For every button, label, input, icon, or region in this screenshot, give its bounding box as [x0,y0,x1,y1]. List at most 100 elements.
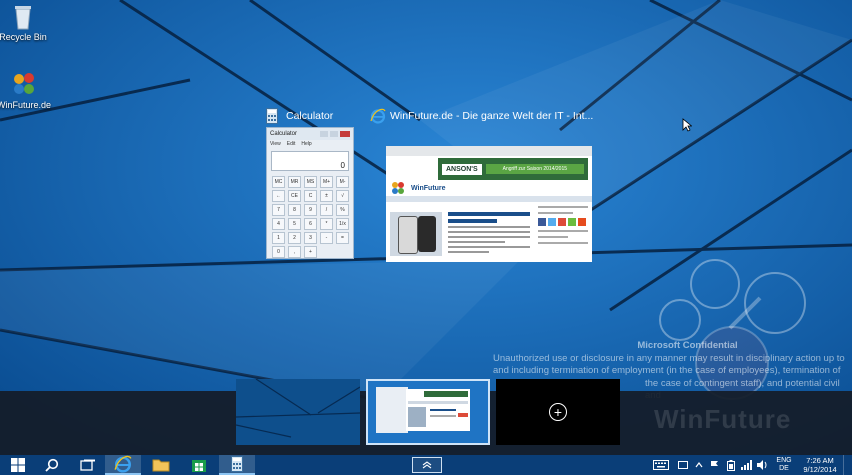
site-sidebar [538,206,588,256]
windows-logo-icon [11,458,25,472]
calculator-key: 9 [304,204,317,216]
desktop-1-preview [236,379,360,445]
close-icon [340,131,350,137]
show-hidden-icons-icon[interactable] [691,455,707,475]
calculator-key: 7 [272,204,285,216]
network-icon[interactable] [739,455,755,475]
calculator-key: 0 [272,246,285,258]
calculator-menu: View Edit Help [267,140,353,148]
folder-icon [152,459,170,472]
calculator-key: 3 [304,232,317,244]
task-view-icon [80,459,95,471]
desktop-2-ie-preview [406,389,470,431]
clock-time: 7:26 AM [806,456,834,465]
ad-text: Angriff zur Saison 2014/2015 [485,164,584,174]
recycle-bin-shortcut[interactable]: Recycle Bin [0,4,53,42]
calculator-key: - [320,232,333,244]
site-logo-text: WinFuture [411,184,446,192]
winfuture-shortcut[interactable]: WinFuture.de [0,70,54,110]
internet-explorer-icon [114,455,132,473]
ad-brand: ANSON'S [442,163,482,175]
task-view-collapse-button[interactable] [412,457,442,473]
calculator-title-text: Calculator [286,110,334,122]
calculator-key: 6 [304,218,317,230]
task-view-button[interactable] [70,455,106,475]
minimize-icon [320,131,328,137]
calculator-icon [231,456,243,472]
calculator-key: ← [272,190,285,202]
calculator-key: 2 [288,232,301,244]
calculator-thumbnail[interactable]: Calculator View Edit Help 0 MC MR MS M+ M- ← C… [266,127,354,259]
calculator-keypad: MC MR MS M+ M- ← CE C ± √ 7 8 9/% 4 5 6 * 1/x 1 2 3- = 0, + [267,174,353,260]
mouse-cursor-icon [682,118,692,132]
calculator-key: + [304,246,317,258]
recycle-bin-icon [13,4,33,30]
action-icon[interactable] [675,455,691,475]
confidential-heading: Microsoft Confidential [637,340,738,351]
show-desktop-button[interactable] [843,455,852,475]
search-icon [45,458,59,472]
internet-explorer-icon [370,108,386,124]
calculator-key: 5 [288,218,301,230]
calculator-key: , [288,246,301,258]
calculator-icon [266,108,280,124]
article-text [448,212,530,256]
language-code: ENG [776,457,792,464]
search-button[interactable] [34,455,70,475]
calculator-key: = [336,232,349,244]
ie-window-title[interactable]: WinFuture.de - Die ganze Welt der IT - I… [370,108,593,124]
calculator-key: MC [272,176,285,188]
calculator-key: C [304,190,317,202]
site-logo: WinFuture [392,182,446,194]
taskbar-calculator[interactable] [219,455,255,475]
ie-title-text: WinFuture.de - Die ganze Welt der IT - I… [390,110,594,122]
ad-banner: ANSON'S Angriff zur Saison 2014/2015 [438,158,588,180]
double-chevron-up-icon [422,461,432,469]
keyboard-layout-code: DE [779,465,789,472]
clock-date: 9/12/2014 [803,465,837,474]
taskbar-store[interactable] [181,455,217,475]
taskbar-file-explorer[interactable] [143,455,179,475]
calculator-key: MR [288,176,301,188]
confidential-line-1: Unauthorized use or disclosure in any ma… [493,352,845,364]
flag-icon[interactable] [707,455,723,475]
desktop-2-calculator-preview [376,387,408,433]
calculator-key: MS [304,176,317,188]
battery-icon[interactable] [723,455,739,475]
calculator-key: 8 [288,204,301,216]
clock[interactable]: 7:26 AM 9/12/2014 [797,456,843,474]
calculator-window-title[interactable]: Calculator [266,108,333,124]
calculator-inner-title: Calculator [270,131,298,137]
winfuture-label: WinFuture.de [0,100,52,110]
calculator-display: 0 [271,151,349,171]
input-language[interactable]: ENG DE [771,457,797,473]
calculator-key: 4 [272,218,285,230]
calculator-key: √ [336,190,349,202]
volume-icon[interactable] [755,455,771,475]
keyboard-icon[interactable] [653,455,669,475]
virtual-desktop-1[interactable] [236,379,360,445]
winfuture-watermark: WinFuture [654,404,792,434]
add-desktop-button[interactable]: + [496,379,620,445]
calculator-key: CE [288,190,301,202]
calculator-key: 1/x [336,218,349,230]
calculator-key: * [320,218,333,230]
window-controls [320,131,350,137]
menu-help: Help [301,141,312,147]
virtual-desktop-2[interactable] [366,379,490,445]
taskbar-internet-explorer[interactable] [105,455,141,475]
store-icon [192,460,206,472]
menu-edit: Edit [286,141,296,147]
calculator-key: M- [336,176,349,188]
calculator-titlebar: Calculator [267,128,353,140]
maximize-icon [330,131,338,137]
add-desktop-icon: + [549,403,567,421]
calculator-key: ± [320,190,333,202]
winfuture-logo-icon [392,182,408,194]
calculator-key: 1 [272,232,285,244]
calculator-key: M+ [320,176,333,188]
ie-address-bar [386,146,592,156]
winfuture-icon [10,70,38,98]
start-button[interactable] [0,455,36,475]
ie-thumbnail[interactable]: ANSON'S Angriff zur Saison 2014/2015 Win… [386,146,592,262]
